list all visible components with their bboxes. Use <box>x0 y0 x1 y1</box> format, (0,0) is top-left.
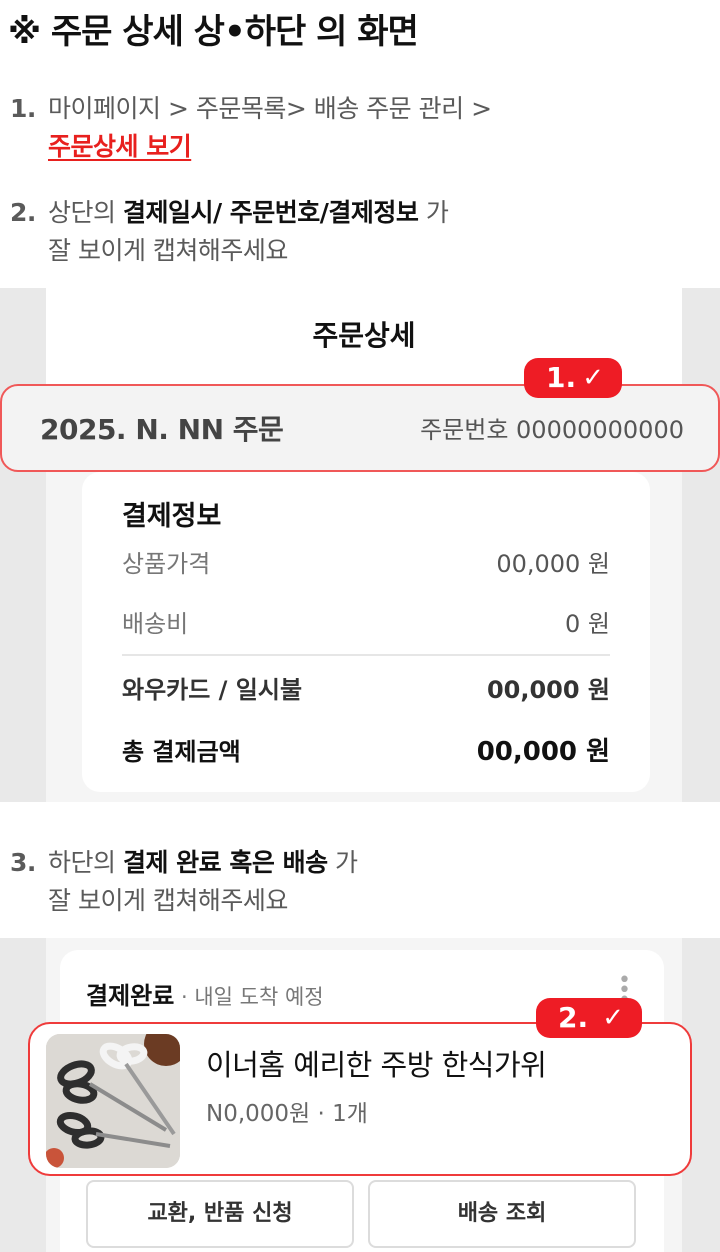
payment-label: 와우카드 / 일시불 <box>122 676 303 704</box>
step-1-path: 마이페이지 > 주문목록> 배송 주문 관리 > <box>48 94 492 123</box>
step-3-highlight: 결제 완료 혹은 배송 <box>122 848 328 877</box>
product-price: N0,000원 · 1개 <box>206 1101 368 1127</box>
step-number: 1. <box>10 94 36 123</box>
product-name: 이너홈 예리한 주방 한식가위 <box>206 1048 547 1082</box>
step-3-post: 가 <box>327 848 358 877</box>
payment-info-card: 결제정보 상품가격 00,000 원 배송비 0 원 와우카드 / 일시불 00… <box>82 472 650 792</box>
callout-badge-1: 1. ✓ <box>524 358 622 398</box>
delivery-eta: · 내일 도착 예정 <box>174 985 324 1009</box>
step-3-pre: 하단의 <box>48 848 123 877</box>
payment-row: 상품가격 00,000 원 <box>122 544 610 584</box>
product-thumbnail <box>46 1034 180 1168</box>
product-item[interactable]: 이너홈 예리한 주방 한식가위 N0,000원 · 1개 <box>28 1022 692 1176</box>
payment-label: 상품가격 <box>122 550 211 578</box>
payment-row: 배송비 0 원 <box>122 604 610 644</box>
callout-badge-2: 2. ✓ <box>536 998 642 1038</box>
payment-row: 와우카드 / 일시불 00,000 원 <box>122 670 610 710</box>
check-icon: ✓ <box>582 363 604 393</box>
total-label: 총 결제금액 <box>122 738 241 766</box>
kitchen-scissors-photo <box>46 1034 180 1168</box>
payment-value: 00,000 원 <box>486 676 610 704</box>
status-heading: 결제완료 · 내일 도착 예정 <box>86 976 324 1011</box>
payment-label: 배송비 <box>122 610 189 638</box>
payment-title: 결제정보 <box>122 501 222 532</box>
step-2-pre: 상단의 <box>48 198 123 227</box>
page-title: ※ 주문 상세 상•하단 의 화면 <box>8 12 419 52</box>
step-3: 3. 하단의 결제 완료 혹은 배송 가 잘 보이게 캡쳐해주세요 <box>10 844 358 920</box>
payment-divider <box>122 654 610 656</box>
total-value: 00,000 원 <box>476 737 610 767</box>
check-icon: ✓ <box>602 1003 624 1033</box>
delivery-tracking-button[interactable]: 배송 조회 <box>368 1180 636 1248</box>
badge-label: 2. <box>558 1001 589 1034</box>
step-number: 2. <box>10 198 36 227</box>
badge-label: 1. <box>546 361 577 394</box>
status-label: 결제완료 <box>86 982 175 1010</box>
step-2-highlight: 결제일시/ 주문번호/결제정보 <box>122 198 419 227</box>
step-2-post: 가 <box>418 198 449 227</box>
payment-value: 00,000 원 <box>496 550 610 578</box>
exchange-return-button[interactable]: 교환, 반품 신청 <box>86 1180 354 1248</box>
order-date: 2025. N. NN 주문 <box>40 413 284 446</box>
order-number: 주문번호 00000000000 <box>420 416 684 444</box>
payment-total-row: 총 결제금액 00,000 원 <box>122 732 610 772</box>
step-1: 1. 마이페이지 > 주문목록> 배송 주문 관리 > 주문상세 보기 <box>10 90 492 166</box>
step-2-line2: 잘 보이게 캡쳐해주세요 <box>48 236 288 265</box>
payment-value: 0 원 <box>565 610 610 638</box>
step-3-line2: 잘 보이게 캡쳐해주세요 <box>48 886 288 915</box>
step-number: 3. <box>10 848 36 877</box>
step-2: 2. 상단의 결제일시/ 주문번호/결제정보 가 잘 보이게 캡쳐해주세요 <box>10 194 449 270</box>
order-detail-link[interactable]: 주문상세 보기 <box>48 132 192 161</box>
